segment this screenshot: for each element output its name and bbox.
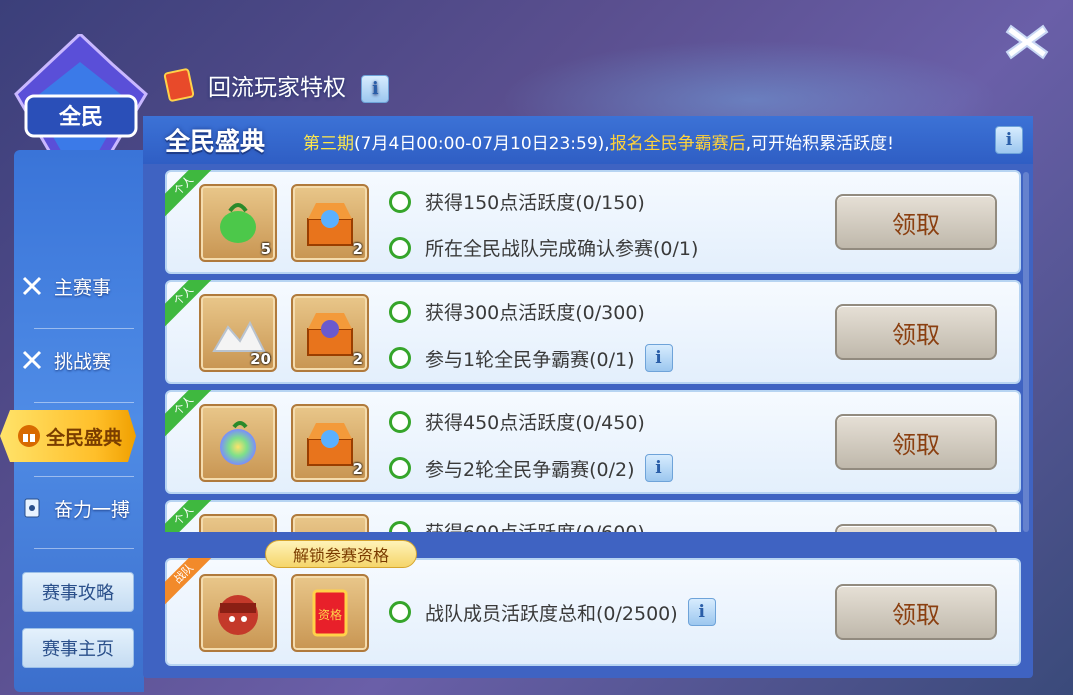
card-icon <box>22 498 42 518</box>
condition-text: 获得300点活跃度(0/300) <box>425 302 645 324</box>
check-circle-icon <box>389 300 411 323</box>
condition-text: 获得600点活跃度(0/600) <box>425 518 645 532</box>
nav-divider <box>34 548 134 549</box>
reward-item[interactable]: 2 <box>291 184 369 262</box>
nav-item-challenge[interactable]: 挑战赛 <box>14 336 144 384</box>
task-row: 个人 5 2 获得150点活跃度(0/150) 所在全民战队完成确认参赛(0/1… <box>165 170 1021 274</box>
task-row: 个人 2 获得450点活跃度(0/450) 参与2轮全民争霸赛(0/2) i 领取 <box>165 390 1021 494</box>
event-home-button[interactable]: 赛事主页 <box>22 628 134 668</box>
page-title: 回流玩家特权 i <box>208 68 390 103</box>
nav-item-all-out[interactable]: 奋力一搏 <box>14 484 144 532</box>
banner-text: 第三期(7月4日00:00-07月10日23:59),报名全民争霸赛后,可开始积… <box>303 129 894 154</box>
info-icon[interactable]: i <box>361 74 390 103</box>
condition-line: 获得450点活跃度(0/450) <box>389 408 645 435</box>
condition-line: 所在全民战队完成确认参赛(0/1) <box>389 234 698 261</box>
condition-line: 战队成员活跃度总和(0/2500) i <box>389 598 716 626</box>
check-circle-icon <box>389 457 411 479</box>
banner-title: 全民盛典 <box>165 127 266 156</box>
signup-highlight: 报名全民争霸赛后 <box>609 134 746 154</box>
reward-item[interactable]: 资格 <box>291 574 369 652</box>
treasure-chest-icon <box>307 313 353 356</box>
condition-text: 获得450点活跃度(0/450) <box>425 412 645 434</box>
info-icon[interactable]: i <box>687 598 716 626</box>
reward-item[interactable]: 2 <box>291 294 369 372</box>
nav-item-label: 挑战赛 <box>54 350 112 373</box>
treasure-chest-icon <box>307 423 353 466</box>
reward-item[interactable] <box>199 514 277 532</box>
reward-count: 2 <box>352 460 363 478</box>
date-range: (7月4日00:00-07月10日23:59), <box>354 134 610 154</box>
info-icon[interactable]: i <box>644 344 673 372</box>
close-button[interactable] <box>1003 20 1051 64</box>
reward-item[interactable]: 20 <box>199 294 277 372</box>
crossed-swords-icon <box>22 350 42 370</box>
main-panel: 全民盛典 第三期(7月4日00:00-07月10日23:59),报名全民争霸赛后… <box>143 116 1033 678</box>
page-title-text: 回流玩家特权 <box>208 75 346 101</box>
nav-divider <box>34 402 134 403</box>
condition-line: 获得600点活跃度(0/600) <box>389 518 645 532</box>
nav-item-label: 主赛事 <box>54 276 112 299</box>
task-list[interactable]: 个人 5 2 获得150点活跃度(0/150) 所在全民战队完成确认参赛(0/1… <box>165 170 1021 532</box>
nav-item-label: 全民盛典 <box>46 426 123 449</box>
condition-line: 获得150点活跃度(0/150) <box>389 188 645 215</box>
claim-button[interactable]: 领取 <box>835 414 997 470</box>
warrior-avatar-icon <box>218 595 258 635</box>
check-circle-icon <box>389 190 411 213</box>
check-circle-icon <box>389 347 411 369</box>
reward-item[interactable] <box>199 404 277 482</box>
condition-text: 所在全民战队完成确认参赛(0/1) <box>425 238 699 260</box>
banner: 全民盛典 第三期(7月4日00:00-07月10日23:59),报名全民争霸赛后… <box>143 116 1033 164</box>
book-icon <box>163 68 197 102</box>
banner-tail: ,可开始积累活跃度! <box>745 134 894 154</box>
claim-button[interactable] <box>835 524 997 532</box>
reward-item[interactable] <box>199 574 277 652</box>
period-label: 第三期 <box>303 134 354 154</box>
condition-text: 参与2轮全民争霸赛(0/2) <box>425 458 635 481</box>
info-icon[interactable]: i <box>644 454 673 482</box>
check-circle-icon <box>389 410 411 433</box>
nav-divider <box>34 328 134 329</box>
rainbow-gourd-icon <box>220 421 256 465</box>
reward-count: 5 <box>260 240 271 258</box>
team-task-row: 战队 资格 战队成员活跃度总和(0/2500) i 领取 <box>165 558 1021 666</box>
svg-text:资格: 资格 <box>318 607 342 622</box>
task-row: 个人 获得600点活跃度(0/600) <box>165 500 1021 532</box>
condition-text: 战队成员活跃度总和(0/2500) <box>425 602 678 625</box>
condition-line: 获得300点活跃度(0/300) <box>389 298 645 325</box>
nav-item-main-event[interactable]: 主赛事 <box>14 262 144 310</box>
condition-text: 参与1轮全民争霸赛(0/1) <box>425 348 635 371</box>
check-circle-icon <box>389 520 411 532</box>
task-row: 个人 20 2 获得300点活跃度(0/300) 参与1轮全民争霸赛(0/1) i… <box>165 280 1021 384</box>
reward-item[interactable] <box>291 514 369 532</box>
info-icon[interactable]: i <box>995 126 1023 154</box>
gift-icon <box>18 425 40 447</box>
reward-count: 2 <box>352 350 363 368</box>
unlock-qualification-tag: 解锁参赛资格 <box>265 540 417 568</box>
check-circle-icon <box>389 601 411 623</box>
reward-item[interactable]: 2 <box>291 404 369 482</box>
nav-divider <box>34 476 134 477</box>
close-icon <box>1005 24 1049 60</box>
condition-text: 获得150点活跃度(0/150) <box>425 192 645 214</box>
qualification-card-icon: 资格 <box>312 589 348 637</box>
crossed-swords-icon <box>22 276 42 296</box>
claim-button[interactable]: 领取 <box>835 194 997 250</box>
svg-text:全民: 全民 <box>58 104 103 130</box>
nav-item-celebration[interactable]: 全民盛典 <box>0 410 136 462</box>
claim-button[interactable]: 领取 <box>835 304 997 360</box>
nav-item-label: 奋力一搏 <box>54 498 131 521</box>
reward-count: 2 <box>352 240 363 258</box>
reward-count: 20 <box>250 350 271 368</box>
check-circle-icon <box>389 236 411 259</box>
strategy-button[interactable]: 赛事攻略 <box>22 572 134 612</box>
reward-item[interactable]: 5 <box>199 184 277 262</box>
treasure-chest-icon <box>307 203 353 246</box>
claim-button[interactable]: 领取 <box>835 584 997 640</box>
condition-line: 参与2轮全民争霸赛(0/2) i <box>389 454 673 482</box>
condition-line: 参与1轮全民争霸赛(0/1) i <box>389 344 673 372</box>
green-fruit-icon <box>220 203 256 243</box>
scrollbar[interactable] <box>1023 172 1029 532</box>
